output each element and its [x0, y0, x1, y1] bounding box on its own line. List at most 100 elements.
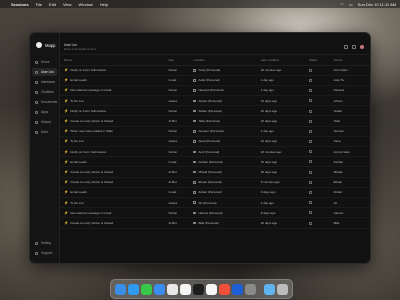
dock-safari-icon[interactable]	[128, 283, 139, 295]
cell-text: Notion	[168, 210, 178, 215]
bell-icon[interactable]	[352, 45, 356, 49]
status-checkbox[interactable]	[308, 150, 312, 154]
dock-finder-icon[interactable]	[115, 283, 126, 295]
sidebar-item-setting[interactable]: Setting	[30, 239, 59, 247]
folder-icon	[193, 150, 197, 154]
column-header-status[interactable]: Status	[304, 55, 330, 66]
dock-swift-icon[interactable]	[219, 283, 230, 295]
status-checkbox[interactable]	[308, 140, 312, 144]
table-row[interactable]: ⚡ Create an entry button is clicked AI Bot…	[60, 177, 370, 188]
dock-folder-icon[interactable]	[264, 283, 275, 295]
table-row[interactable]: ⚡ New starred message in Gmail Notion Hamza…	[60, 207, 370, 219]
status-checkbox[interactable]	[308, 78, 312, 82]
table-cell: Sultan	[329, 105, 370, 117]
table-row[interactable]: ⚡ Email Leads Gmail Asifa (Personal) 1 day a…	[60, 75, 370, 86]
table-row[interactable]: ⚡ Email Leads Gmail Farhan (Personal) 15 day…	[60, 156, 370, 168]
sidebar-item-apps[interactable]: Apps	[30, 108, 59, 116]
dock-xcode-icon[interactable]	[232, 283, 243, 295]
cell-text: AI Bot	[168, 119, 177, 124]
column-header-last-modified[interactable]: Last modified	[256, 55, 305, 66]
dock-settings-icon[interactable]	[245, 283, 256, 295]
status-checkbox[interactable]	[308, 170, 312, 174]
zap-icon: ⚡	[64, 98, 69, 103]
dock-messages-icon[interactable]	[141, 283, 152, 295]
status-checkbox[interactable]	[308, 201, 312, 205]
table-cell: ⚡ Notify on Form Submission	[60, 146, 165, 158]
column-header-app[interactable]: App	[164, 55, 190, 66]
dock-mail-icon[interactable]	[154, 283, 165, 295]
sidebar-item-chatbots[interactable]: Chatbots	[30, 88, 59, 96]
search-icon[interactable]	[344, 45, 348, 49]
menu-edit[interactable]: Edit	[49, 2, 56, 7]
status-checkbox[interactable]	[308, 99, 312, 103]
sidebar-item-label: History	[41, 120, 51, 124]
menubar-clock[interactable]: Sun Dec 10 11:11 AM	[358, 2, 396, 7]
table-row[interactable]: ⚡ Create an entry button is clicked AI Bot…	[60, 166, 370, 178]
table-row[interactable]: ⚡ When new notes added in Table Notion Sume…	[60, 126, 370, 137]
column-header-location[interactable]: Location	[189, 55, 257, 66]
setting-icon	[35, 241, 38, 245]
menu-view[interactable]: View	[63, 2, 72, 7]
dock-photos-icon[interactable]	[167, 283, 178, 295]
interfaces-icon	[35, 80, 38, 84]
status-checkbox[interactable]	[308, 180, 312, 184]
sidebar-item-documents[interactable]: Documents	[30, 98, 59, 106]
table-cell: 20 minutes ago	[256, 65, 305, 76]
table-row[interactable]: ⚡ Create an entry button is clicked AI Bot…	[60, 217, 370, 229]
menubar-app-name[interactable]: Sessions	[11, 2, 29, 7]
folder-icon	[193, 211, 197, 215]
column-header-owner[interactable]: Owner	[329, 55, 370, 66]
dock-figma-icon[interactable]	[193, 283, 204, 295]
table-cell: Taha (Personal)	[189, 115, 257, 127]
table-cell: Amir (Personal)	[189, 146, 257, 158]
table-row[interactable]: ⚡ Notify on Form Submission Notion Sultan (…	[60, 105, 370, 117]
status-checkbox[interactable]	[308, 191, 312, 195]
table-cell: Amir Islam	[329, 65, 370, 76]
table-cell: ⚡ New starred message in Gmail	[60, 85, 165, 97]
sidebar-item-support[interactable]: Support	[30, 249, 59, 257]
status-checkbox[interactable]	[308, 221, 312, 225]
table-row[interactable]: ⚡ To Do List Asana Ali (Personal) 1 day ago A…	[60, 197, 370, 209]
table-row[interactable]: ⚡ Email Leads Gmail Zubair (Personal) 3 days…	[60, 187, 370, 198]
table-cell: Ali	[329, 197, 370, 209]
menu-window[interactable]: Window	[79, 2, 93, 7]
dock-calendar-icon[interactable]	[180, 283, 191, 295]
cell-text: Cody (Personal)	[198, 68, 221, 73]
wifi-icon[interactable]: ◠	[340, 2, 344, 7]
table-row[interactable]: ⚡ Notify on Form Submission Notion Amir (Pe…	[60, 146, 370, 158]
table-row[interactable]: ⚡ Notify on Form Submission Notion Cody (Pe…	[60, 65, 370, 76]
column-header-name[interactable]: Name	[60, 55, 165, 66]
status-checkbox[interactable]	[308, 129, 312, 133]
battery-icon[interactable]: ▭	[349, 2, 353, 7]
sidebar-item-home[interactable]: Home	[30, 58, 59, 66]
sidebar-item-more[interactable]: More	[30, 128, 59, 136]
cell-text: Naveed	[333, 88, 344, 93]
sidebar-item-history[interactable]: History	[30, 118, 59, 126]
dock-trash-icon[interactable]	[277, 283, 288, 295]
avatar[interactable]	[360, 45, 364, 49]
cell-text: 20 minutes ago	[260, 149, 282, 154]
status-checkbox[interactable]	[308, 68, 312, 72]
status-checkbox[interactable]	[308, 119, 312, 123]
status-checkbox[interactable]	[308, 211, 312, 215]
cell-text: Notify on Form Submission	[70, 149, 107, 154]
table-cell: AI Bot	[164, 115, 190, 127]
table-row[interactable]: ⚡ New starred message in Gmail Notion Navee…	[60, 85, 370, 97]
table-row[interactable]: ⚡ To Do List Asana Arham (Personal) 15 days …	[60, 95, 370, 107]
menu-help[interactable]: Help	[100, 2, 108, 7]
cell-text: 20 days ago	[260, 169, 278, 174]
menu-file[interactable]: File	[36, 2, 42, 7]
table-row[interactable]: ⚡ Create an entry button is clicked AI Bot…	[60, 115, 370, 127]
folder-icon	[193, 69, 197, 72]
status-checkbox[interactable]	[308, 89, 312, 93]
cell-text: Asana	[168, 98, 178, 103]
status-checkbox[interactable]	[308, 160, 312, 164]
sidebar-item-user-list[interactable]: User List	[32, 68, 57, 76]
sidebar-item-interfaces[interactable]: Interfaces	[30, 78, 59, 86]
cell-text: To Do List	[70, 200, 84, 205]
table-cell	[304, 187, 330, 198]
dock-notion-icon[interactable]	[206, 283, 217, 295]
cell-text: 15 days ago	[260, 98, 278, 103]
table-row[interactable]: ⚡ To Do List Asana Sana (Personal) 10 days a…	[60, 136, 370, 148]
status-checkbox[interactable]	[308, 109, 312, 113]
